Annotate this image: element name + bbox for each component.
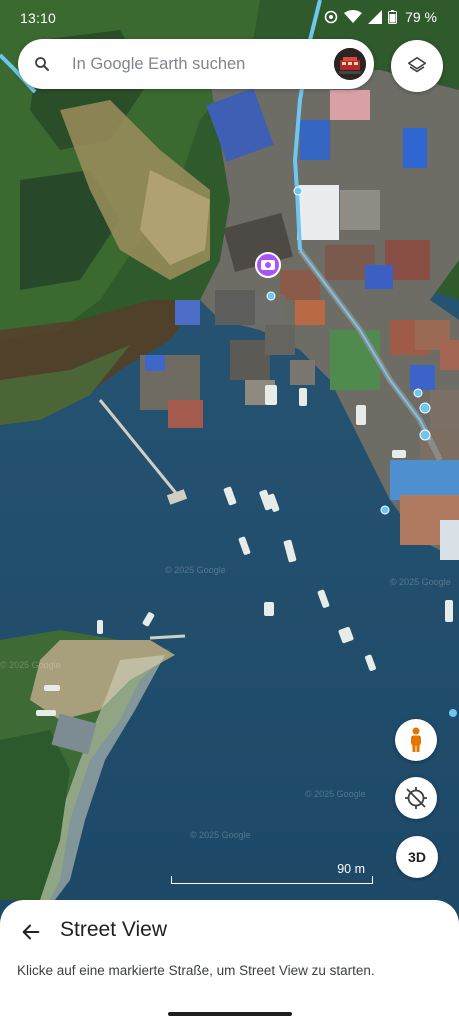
sync-icon [324,10,338,24]
search-icon[interactable] [33,55,51,73]
map-watermark: © 2025 Google [190,830,251,840]
street-view-pegman-button[interactable] [395,719,437,761]
avatar[interactable] [334,48,366,80]
arrow-back-icon [22,924,40,940]
navigation-bar [0,998,459,1024]
status-icons: 79 % [324,9,437,25]
scale-line [171,876,373,884]
battery-icon [388,10,398,24]
sheet-title: Street View [60,918,167,941]
signal-icon [368,10,383,24]
location-off-icon [405,787,427,809]
gesture-handle[interactable] [168,1012,292,1016]
map-watermark: © 2025 Google [390,577,451,587]
sheet-description: Klicke auf eine markierte Straße, um Str… [17,963,375,978]
back-button[interactable] [17,918,45,946]
avatar-image [334,48,366,80]
map-watermark: © 2025 Google [305,789,366,799]
status-time: 13:10 [20,10,57,26]
battery-percentage: 79 % [405,9,437,25]
three-d-toggle-button[interactable]: 3D [396,836,438,878]
map-scale: 90 m [171,860,373,884]
wifi-icon [344,10,363,23]
map-watermark: © 2025 Google [0,660,61,670]
pegman-icon [411,727,421,752]
search-input[interactable] [72,39,332,89]
layers-button[interactable] [391,40,443,92]
layers-icon [407,56,427,73]
photo-marker[interactable] [255,252,281,278]
my-location-button[interactable] [395,777,437,819]
scale-label: 90 m [337,862,365,876]
status-bar: 13:10 79 % [0,0,459,36]
map-watermark: © 2025 Google [165,565,226,575]
search-bar[interactable] [18,39,374,89]
